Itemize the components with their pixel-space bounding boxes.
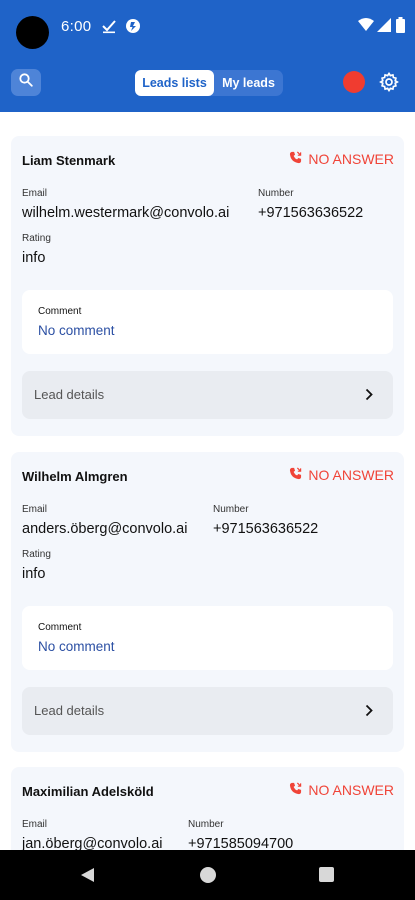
rating-label: Rating (22, 233, 51, 244)
comment-label: Comment (38, 306, 82, 317)
tab-leads-lists[interactable]: Leads lists (135, 70, 214, 96)
number-value[interactable]: +971563636522 (213, 521, 318, 537)
email-label: Email (22, 819, 48, 830)
email-label: Email (22, 504, 48, 515)
rating-value: info (22, 250, 46, 266)
comment-box[interactable]: Comment No comment (22, 290, 393, 354)
call-status-label: NO ANSWER (308, 467, 394, 483)
signal-icon (377, 18, 391, 37)
status-bar: 6:00 (0, 0, 415, 52)
lead-card: Liam Stenmark NO ANSWER Email wilhelm.we… (11, 136, 404, 436)
comment-value: No comment (38, 639, 115, 654)
comment-value: No comment (38, 323, 115, 338)
back-icon[interactable] (80, 867, 95, 888)
lead-details-button[interactable]: Lead details (22, 687, 393, 735)
checkmark-download-icon (101, 18, 117, 39)
lead-card: Maximilian Adelsköld NO ANSWER Email jan… (11, 767, 404, 850)
chevron-right-icon (365, 704, 373, 722)
search-button[interactable] (11, 69, 41, 96)
lead-name: Wilhelm Almgren (22, 469, 128, 484)
battery-icon (396, 17, 405, 38)
leads-tab-switcher: Leads lists My leads (135, 70, 283, 96)
lead-details-label: Lead details (34, 703, 105, 718)
chevron-right-icon (365, 388, 373, 406)
number-label: Number (213, 504, 249, 515)
lead-card: Wilhelm Almgren NO ANSWER Email anders.ö… (11, 452, 404, 752)
call-status-label: NO ANSWER (308, 782, 394, 798)
call-status: NO ANSWER (289, 467, 394, 483)
number-value[interactable]: +971585094700 (188, 836, 293, 850)
rating-value: info (22, 566, 46, 582)
camera-cutout (16, 16, 49, 49)
email-value: anders.öberg@convolo.ai (22, 521, 188, 537)
tab-my-leads[interactable]: My leads (214, 70, 283, 96)
lead-details-button[interactable]: Lead details (22, 371, 393, 419)
gear-icon[interactable] (379, 71, 399, 97)
system-nav-bar (0, 850, 415, 900)
rating-label: Rating (22, 549, 51, 560)
call-status: NO ANSWER (289, 151, 394, 167)
recent-apps-icon[interactable] (319, 867, 334, 882)
leads-list[interactable]: Liam Stenmark NO ANSWER Email wilhelm.we… (0, 112, 415, 850)
email-label: Email (22, 188, 48, 199)
call-status-label: NO ANSWER (308, 151, 394, 167)
record-indicator[interactable] (343, 71, 365, 93)
wifi-icon (358, 18, 374, 37)
comment-box[interactable]: Comment No comment (22, 606, 393, 670)
missed-call-icon (289, 782, 308, 798)
status-time: 6:00 (61, 18, 92, 35)
search-icon (19, 73, 33, 92)
lead-details-label: Lead details (34, 387, 105, 402)
email-value: wilhelm.westermark@convolo.ai (22, 205, 230, 221)
home-icon[interactable] (200, 867, 216, 883)
email-value: jan.öberg@convolo.ai (22, 836, 163, 850)
number-label: Number (258, 188, 294, 199)
lead-name: Maximilian Adelsköld (22, 784, 154, 799)
missed-call-icon (289, 467, 308, 483)
call-status: NO ANSWER (289, 782, 394, 798)
lead-name: Liam Stenmark (22, 153, 116, 168)
number-label: Number (188, 819, 224, 830)
app-bar: Leads lists My leads (0, 52, 415, 112)
app-notification-icon (125, 18, 141, 39)
comment-label: Comment (38, 622, 82, 633)
missed-call-icon (289, 151, 308, 167)
number-value[interactable]: +971563636522 (258, 205, 363, 221)
